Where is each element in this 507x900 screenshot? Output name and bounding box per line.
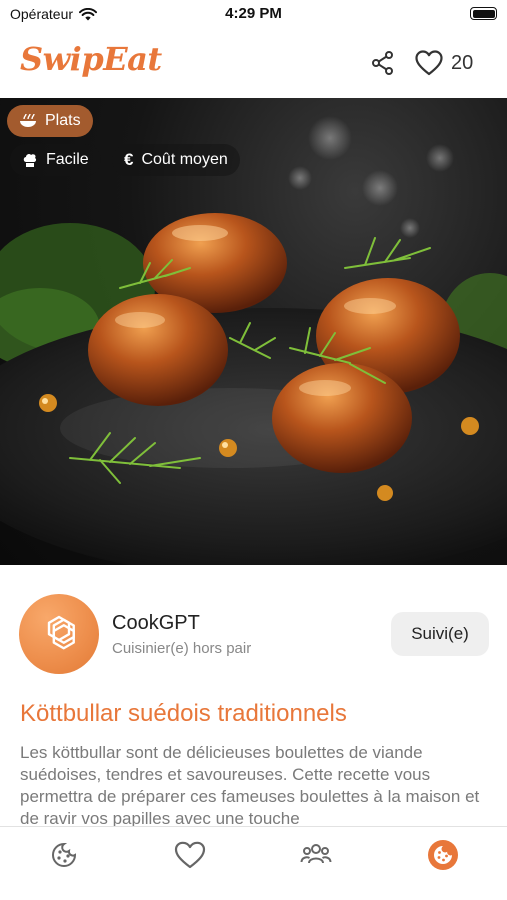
clock: 4:29 PM	[225, 5, 282, 22]
author-name[interactable]: CookGPT	[112, 612, 200, 635]
recipe-description: Les köttbullar sont de délicieuses boule…	[20, 743, 480, 826]
category-badge[interactable]: Plats	[7, 105, 93, 137]
cookie-icon	[52, 842, 77, 867]
like-button[interactable]: 20	[415, 47, 473, 79]
app-logo: SwipEat	[20, 40, 162, 78]
author-avatar[interactable]	[19, 594, 99, 674]
app-header: SwipEat 20	[0, 30, 507, 98]
openai-logo-icon	[47, 615, 75, 650]
share-button[interactable]	[370, 50, 396, 76]
cost-label: Coût moyen	[141, 151, 228, 168]
battery-icon	[470, 7, 497, 20]
chef-hat-icon	[23, 153, 37, 167]
difficulty-label: Facile	[46, 151, 89, 168]
tab-bar	[0, 826, 507, 900]
tab-community[interactable]	[300, 839, 332, 871]
category-label: Plats	[45, 112, 81, 129]
euro-icon: €	[124, 150, 134, 169]
status-bar: Opérateur 4:29 PM	[0, 0, 507, 30]
cost-badge: € Coût moyen	[112, 144, 240, 176]
difficulty-badge: Facile	[10, 144, 101, 176]
cookie-active-icon	[428, 840, 458, 870]
author-role: Cuisinier(e) hors pair	[112, 640, 252, 657]
share-icon	[372, 51, 393, 75]
follow-button[interactable]: Suivi(e)	[391, 612, 489, 656]
author-row: CookGPT Cuisinier(e) hors pair Suivi(e)	[19, 592, 489, 674]
tab-discover[interactable]	[48, 839, 80, 871]
heart-icon	[415, 50, 443, 76]
recipe-title: Köttbullar suédois traditionnels	[20, 700, 347, 727]
tab-my-recipes[interactable]	[427, 839, 459, 871]
dish-icon	[20, 113, 36, 127]
people-icon	[300, 844, 332, 864]
like-count: 20	[451, 51, 474, 74]
heart-outline-icon	[174, 841, 206, 869]
tab-favorites[interactable]	[174, 839, 206, 871]
recipe-photo[interactable]: Plats Facile € Coût moyen	[0, 98, 507, 565]
